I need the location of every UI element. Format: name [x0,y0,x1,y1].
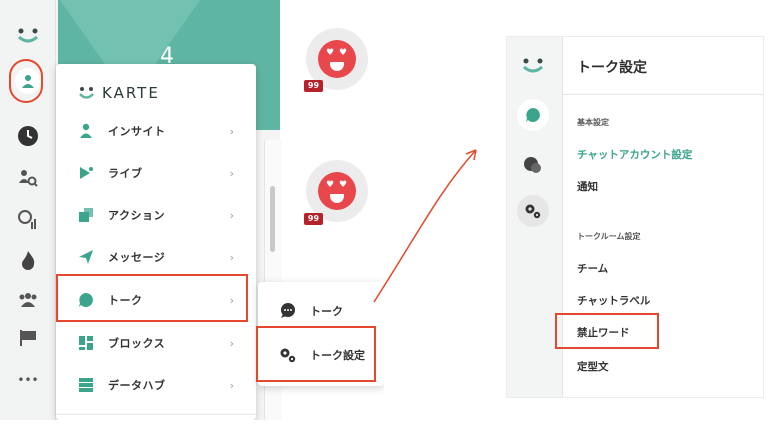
settings-header: トーク設定 [563,37,763,95]
gears-icon[interactable] [517,195,549,227]
page-title: トーク設定 [577,60,647,76]
section-label: 基本設定 [577,118,609,127]
right-screenshot: トーク設定 基本設定 チャットアカウント設定 通知 トークルーム設定 チーム チ… [506,36,764,398]
settings-item-chat-label[interactable]: チャットラベル [577,293,650,308]
chat-icon[interactable] [523,157,543,179]
settings-item-chat-account[interactable]: チャットアカウント設定 [577,147,692,162]
figure: 4 ♥ ♥ 99 ♥ ♥ 99 ••• KARTE インサイト › ライブ › … [0,0,784,436]
highlight-banned-words [555,313,659,349]
karte-logo-icon[interactable] [521,57,545,79]
section-label: トークルーム設定 [577,232,641,241]
talk-bubble-icon[interactable] [517,99,549,131]
settings-item-team[interactable]: チーム [577,261,608,276]
settings-item-notification[interactable]: 通知 [577,179,598,194]
settings-item-templates[interactable]: 定型文 [577,359,609,374]
